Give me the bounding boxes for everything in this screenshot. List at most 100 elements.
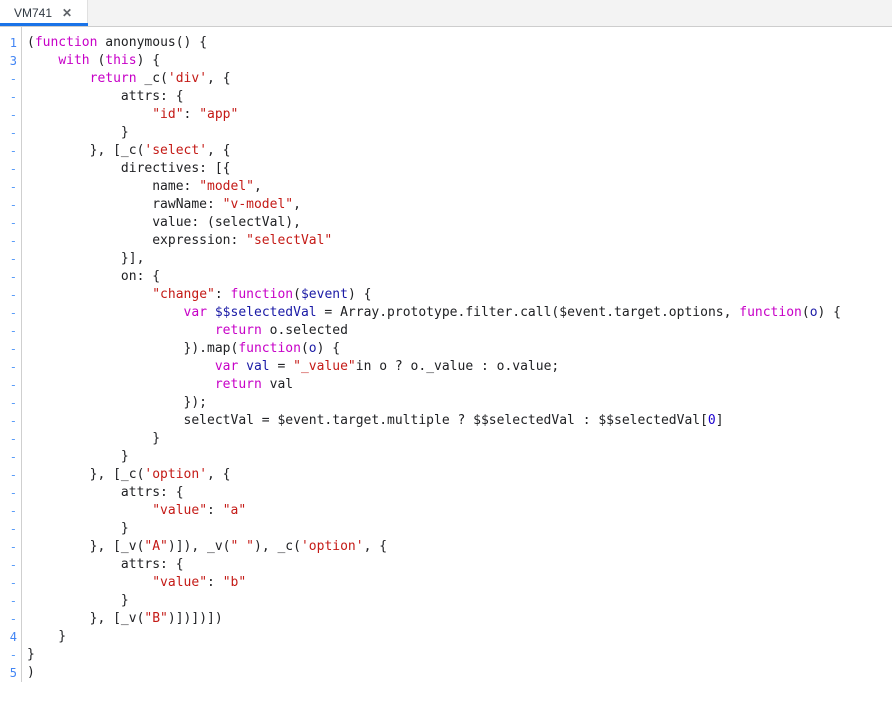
code-line[interactable]: } xyxy=(27,592,892,610)
line-number[interactable]: - xyxy=(0,340,17,358)
line-number[interactable]: - xyxy=(0,538,17,556)
line-number[interactable]: - xyxy=(0,160,17,178)
code-line[interactable]: name: "model", xyxy=(27,178,892,196)
code-token: } xyxy=(27,431,161,446)
code-line[interactable]: }, [_c('select', { xyxy=(27,142,892,160)
line-number[interactable]: - xyxy=(0,304,17,322)
code-line[interactable]: expression: "selectVal" xyxy=(27,232,892,250)
line-number[interactable]: - xyxy=(0,322,17,340)
line-number[interactable]: - xyxy=(0,484,17,502)
code-line[interactable]: var $$selectedVal = Array.prototype.filt… xyxy=(27,304,892,322)
code-token: ] xyxy=(715,413,724,428)
code-line[interactable]: return o.selected xyxy=(27,322,892,340)
code-line[interactable]: ) xyxy=(27,664,892,682)
code-line[interactable]: } xyxy=(27,520,892,538)
code-line[interactable]: selectVal = $event.target.multiple ? $$s… xyxy=(27,412,892,430)
line-number[interactable]: - xyxy=(0,574,17,592)
line-number[interactable]: - xyxy=(0,412,17,430)
line-number[interactable]: - xyxy=(0,502,17,520)
code-token: 0 xyxy=(707,413,716,428)
line-number[interactable]: - xyxy=(0,376,17,394)
line-number[interactable]: - xyxy=(0,178,17,196)
line-number[interactable]: - xyxy=(0,232,17,250)
line-number[interactable]: - xyxy=(0,196,17,214)
code-line[interactable]: with (this) { xyxy=(27,52,892,70)
code-token: 'option' xyxy=(300,539,364,554)
code-token: in o ? o._value : o.value; xyxy=(355,359,560,374)
code-token: directives: [{ xyxy=(27,161,231,176)
code-token: ( xyxy=(27,35,35,50)
code-line[interactable]: on: { xyxy=(27,268,892,286)
line-number[interactable]: - xyxy=(0,106,17,124)
code-line[interactable]: } xyxy=(27,646,892,664)
close-icon[interactable]: ✕ xyxy=(60,6,74,20)
code-token: o xyxy=(308,341,317,356)
line-number[interactable]: - xyxy=(0,466,17,484)
code-line[interactable]: attrs: { xyxy=(27,88,892,106)
code-editor[interactable]: 13-------------------------------4-5 (fu… xyxy=(0,27,892,707)
code-line[interactable]: }, [_v("B")])])]) xyxy=(27,610,892,628)
line-number[interactable]: 1 xyxy=(0,34,17,52)
code-line[interactable]: "value": "a" xyxy=(27,502,892,520)
line-number[interactable]: - xyxy=(0,124,17,142)
code-token: return xyxy=(214,377,262,392)
code-line[interactable]: }], xyxy=(27,250,892,268)
line-number[interactable]: - xyxy=(0,448,17,466)
code-line[interactable]: attrs: { xyxy=(27,484,892,502)
code-line[interactable]: "change": function($event) { xyxy=(27,286,892,304)
tab-title: VM741 xyxy=(14,6,53,20)
line-number[interactable]: - xyxy=(0,520,17,538)
line-number-gutter: 13-------------------------------4-5 xyxy=(0,27,22,682)
code-token: "b" xyxy=(222,575,247,590)
line-number[interactable]: - xyxy=(0,610,17,628)
line-number[interactable]: - xyxy=(0,214,17,232)
code-token: } xyxy=(27,593,129,608)
code-line[interactable]: "id": "app" xyxy=(27,106,892,124)
line-number[interactable]: - xyxy=(0,430,17,448)
code-token: }, [_v( xyxy=(27,611,145,626)
line-number[interactable]: - xyxy=(0,268,17,286)
code-line[interactable]: } xyxy=(27,628,892,646)
line-number[interactable]: - xyxy=(0,88,17,106)
line-number[interactable]: - xyxy=(0,592,17,610)
code-token: function xyxy=(230,287,294,302)
line-number[interactable]: - xyxy=(0,70,17,88)
code-line[interactable]: directives: [{ xyxy=(27,160,892,178)
code-line[interactable]: }); xyxy=(27,394,892,412)
code-token: , { xyxy=(363,539,388,554)
line-number[interactable]: - xyxy=(0,142,17,160)
code-token: } xyxy=(27,629,67,644)
code-line[interactable]: (function anonymous() { xyxy=(27,34,892,52)
line-number[interactable]: - xyxy=(0,556,17,574)
line-number[interactable]: 3 xyxy=(0,52,17,70)
code-token: anonymous() { xyxy=(97,35,208,50)
code-line[interactable]: }, [_c('option', { xyxy=(27,466,892,484)
code-line[interactable]: }, [_v("A")]), _v(" "), _c('option', { xyxy=(27,538,892,556)
line-number[interactable]: 5 xyxy=(0,664,17,682)
code-line[interactable]: "value": "b" xyxy=(27,574,892,592)
line-number[interactable]: - xyxy=(0,250,17,268)
code-line[interactable] xyxy=(27,682,892,700)
code-content[interactable]: (function anonymous() { with (this) { re… xyxy=(22,27,892,700)
code-line[interactable]: return val xyxy=(27,376,892,394)
line-number[interactable]: - xyxy=(0,394,17,412)
code-line[interactable]: } xyxy=(27,448,892,466)
code-line[interactable]: } xyxy=(27,124,892,142)
line-number[interactable]: - xyxy=(0,286,17,304)
code-line[interactable]: attrs: { xyxy=(27,556,892,574)
code-token: }, [_v( xyxy=(27,539,145,554)
code-token: } xyxy=(27,521,129,536)
line-number[interactable]: - xyxy=(0,358,17,376)
code-line[interactable]: }).map(function(o) { xyxy=(27,340,892,358)
line-number[interactable]: - xyxy=(0,646,17,664)
code-line[interactable]: rawName: "v-model", xyxy=(27,196,892,214)
code-line[interactable]: var val = "_value"in o ? o._value : o.va… xyxy=(27,358,892,376)
code-line[interactable]: value: (selectVal), xyxy=(27,214,892,232)
code-line[interactable]: } xyxy=(27,430,892,448)
code-token: function xyxy=(739,305,802,320)
code-line[interactable]: return _c('div', { xyxy=(27,70,892,88)
code-token: ( xyxy=(300,341,309,356)
line-number[interactable]: 4 xyxy=(0,628,17,646)
